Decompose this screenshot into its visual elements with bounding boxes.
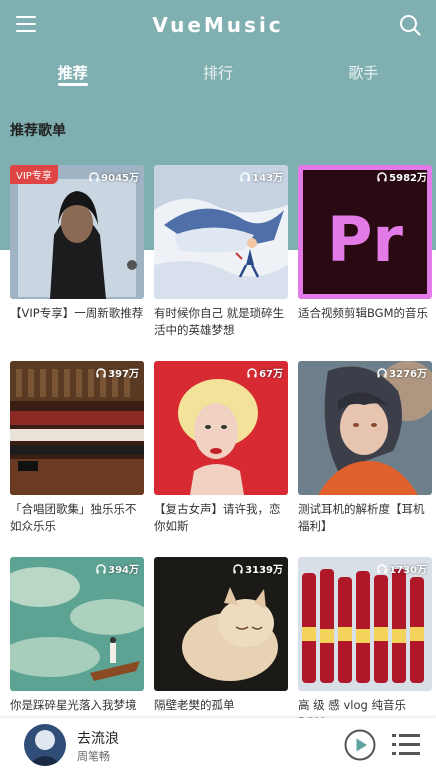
playlist-icon[interactable] [392, 732, 420, 758]
playlist-name: 适合视频剪辑BGM的音乐 [298, 306, 429, 320]
playlist-cover: 1730万 [298, 557, 432, 691]
app-header: VueMusic [0, 0, 436, 50]
playlist-card[interactable]: 397万 「合唱团歌集」独乐乐不如众乐乐 [10, 361, 144, 557]
play-count: 67万 [247, 365, 283, 380]
playlist-card[interactable]: 143万 有时候你自己 就是琐碎生活中的英雄梦想 [154, 165, 288, 361]
tab-singer[interactable]: 歌手 [291, 50, 436, 94]
playlist-card[interactable]: 3276万 测试耳机的解析度【耳机福利】 [298, 361, 432, 557]
headphones-icon [247, 367, 257, 377]
playlist-cover: Pr 5982万 [298, 165, 432, 299]
headphones-icon [96, 563, 106, 573]
play-count: 397万 [96, 365, 139, 380]
play-count: 3276万 [377, 365, 427, 380]
play-count: 143万 [240, 169, 283, 184]
app-title: VueMusic [152, 13, 284, 37]
play-count: 3139万 [233, 561, 283, 576]
playlist-name: 【VIP专享】一周新歌推荐 [10, 306, 144, 320]
headphones-icon [377, 563, 387, 573]
playlist-cover: 143万 [154, 165, 288, 299]
vip-badge: VIP专享 [10, 165, 58, 184]
headphones-icon [377, 367, 387, 377]
album-art[interactable] [24, 724, 66, 766]
playlist-cover: 3139万 [154, 557, 288, 691]
play-count: 1730万 [377, 561, 427, 576]
song-title: 去流浪 [77, 731, 119, 747]
playlist-cover: 394万 [10, 557, 144, 691]
playlist-grid: VIP专享 9045万 【VIP专享】一周新歌推荐 143万 有时候你自己 就是… [10, 165, 432, 753]
song-artist: 周笔畅 [77, 750, 110, 763]
mini-player[interactable]: 去流浪 周笔畅 [0, 718, 436, 774]
headphones-icon [240, 171, 250, 181]
headphones-icon [233, 563, 243, 573]
play-count: 394万 [96, 561, 139, 576]
play-count: 5982万 [377, 169, 427, 184]
playlist-cover: 3276万 [298, 361, 432, 495]
nav-tabs: 推荐 排行 歌手 [0, 50, 436, 94]
playlist-name: 「合唱团歌集」独乐乐不如众乐乐 [10, 502, 137, 533]
search-icon[interactable] [398, 13, 422, 37]
playlist-card[interactable]: VIP专享 9045万 【VIP专享】一周新歌推荐 [10, 165, 144, 361]
playlist-card[interactable]: Pr 5982万 适合视频剪辑BGM的音乐 [298, 165, 432, 361]
playlist-name: 【复古女声】请许我，恋你如斯 [154, 502, 281, 533]
playlist-name: 有时候你自己 就是琐碎生活中的英雄梦想 [154, 306, 285, 337]
playlist-cover: 67万 [154, 361, 288, 495]
playlist-cover: VIP专享 9045万 [10, 165, 144, 299]
tab-recommend[interactable]: 推荐 [0, 50, 145, 94]
playlist-cover: 397万 [10, 361, 144, 495]
headphones-icon [89, 171, 99, 181]
menu-icon[interactable] [16, 14, 38, 34]
play-count: 9045万 [89, 169, 139, 184]
svg-text:Pr: Pr [327, 203, 403, 276]
headphones-icon [377, 171, 387, 181]
play-icon[interactable] [344, 729, 376, 761]
tab-rank[interactable]: 排行 [145, 50, 290, 94]
headphones-icon [96, 367, 106, 377]
section-title: 推荐歌单 [10, 123, 66, 139]
playlist-name: 测试耳机的解析度【耳机福利】 [298, 502, 425, 533]
playlist-card[interactable]: 67万 【复古女声】请许我，恋你如斯 [154, 361, 288, 557]
